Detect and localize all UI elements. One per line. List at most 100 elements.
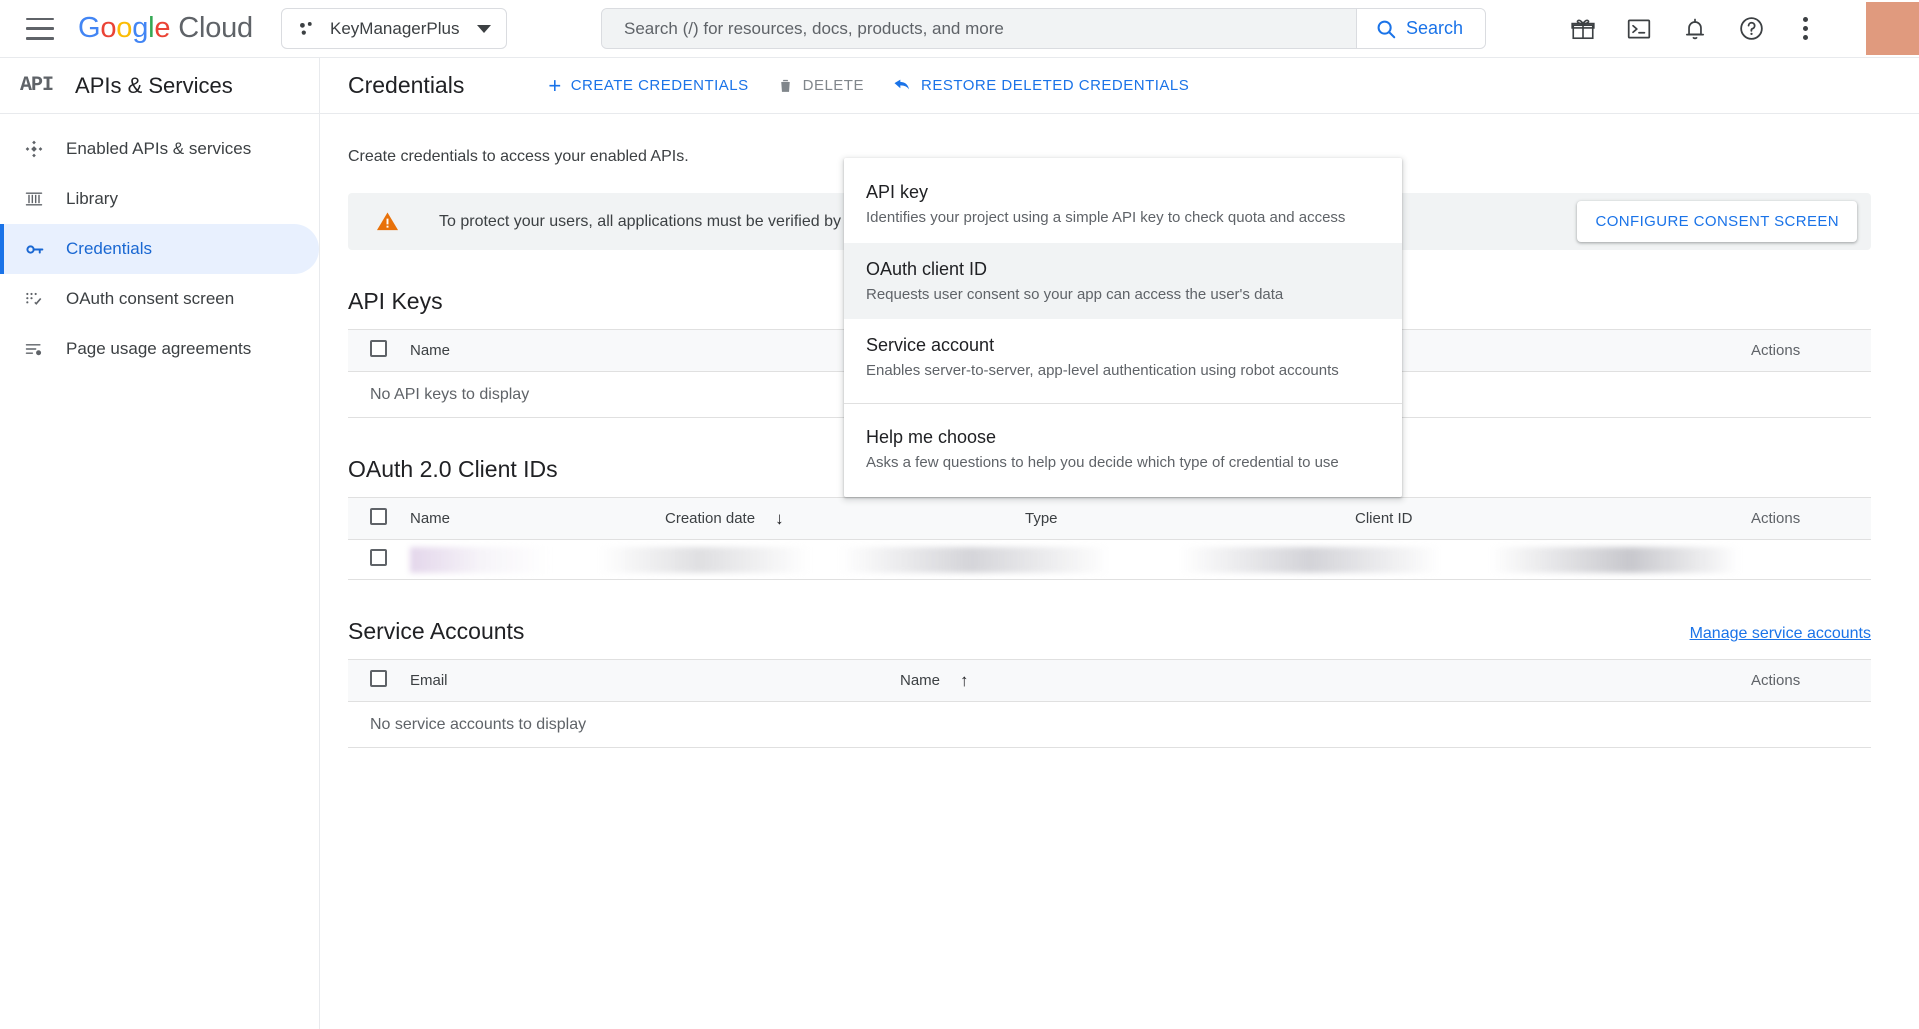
project-dots-icon [300,21,312,35]
menu-item-title: OAuth client ID [866,258,988,279]
chevron-down-icon [477,24,492,33]
menu-divider [844,402,1402,404]
column-header-creation-date[interactable]: Creation date ↓ [665,497,1025,540]
column-header-name[interactable]: Name [410,497,665,540]
select-all-header [348,659,410,702]
menu-item-description: Requests user consent so your app can ac… [866,285,1284,303]
oauth-consent-icon [22,287,46,311]
sidebar-item-page-usage-agreements[interactable]: Page usage agreements [0,324,319,374]
library-icon [22,187,46,211]
page-usage-agreements-icon [22,337,46,361]
select-all-header [348,329,410,372]
column-header-client-id[interactable]: Client ID [1355,497,1751,540]
search-icon [1377,20,1396,38]
restore-label: RESTORE DELETED CREDENTIALS [920,77,1190,94]
sidebar-item-label: Credentials [66,239,152,258]
redacted-row-content [410,539,1871,580]
create-credentials-dropdown-menu: API key Identifies your project using a … [844,158,1402,498]
undo-arrow-icon [894,79,909,89]
service-accounts-section-title: Service Accounts [348,618,525,644]
redaction-blur [410,546,1871,573]
menu-item-oauth-client-id[interactable]: OAuth client ID Requests user consent so… [844,242,1402,320]
search-button[interactable]: Search [1356,9,1486,48]
configure-consent-screen-button[interactable]: CONFIGURE CONSENT SCREEN [1577,201,1857,242]
column-header-type[interactable]: Type [1025,497,1355,540]
sidebar-title: APIs & Services [75,72,233,98]
page-title: Credentials [348,72,465,98]
sidebar-item-label: Page usage agreements [66,339,252,358]
sidebar-item-credentials[interactable]: Credentials [0,224,319,274]
cloud-shell-terminal-icon[interactable] [1624,14,1654,44]
menu-item-description: Enables server-to-server, app-level auth… [866,362,1339,380]
logo-cloud-text: Cloud [178,12,253,44]
sort-descending-arrow-icon: ↓ [775,508,784,528]
notifications-bell-icon[interactable] [1680,14,1710,44]
search-input[interactable] [602,9,1356,48]
column-header-name[interactable]: Name ↑ [900,659,1751,702]
row-select-cell [348,539,410,580]
content-toolbar: Credentials + CREATE CREDENTIALS DELETE … [320,58,1919,114]
left-sidebar: API APIs & Services Enabled APIs & servi… [0,58,320,1029]
search-bar: Search [601,8,1487,49]
oauth-clients-table: Name Creation date ↓ Type Client ID Acti… [348,497,1871,580]
service-accounts-table: Email Name ↑ Actions No service accounts… [348,659,1871,748]
table-header-row: Name Creation date ↓ Type Client ID Acti… [348,497,1871,540]
project-name: KeyManagerPlus [330,18,460,38]
sidebar-item-label: Enabled APIs & services [66,139,252,158]
sidebar-item-enabled-apis[interactable]: Enabled APIs & services [0,124,319,174]
column-header-actions: Actions [1751,497,1871,540]
menu-item-description: Identifies your project using a simple A… [866,209,1346,227]
menu-item-service-account[interactable]: Service account Enables server-to-server… [844,319,1402,396]
menu-item-title: Help me choose [866,426,997,447]
sidebar-item-label: Library [66,189,118,208]
project-selector[interactable]: KeyManagerPlus [281,8,507,49]
select-all-checkbox[interactable] [370,340,387,357]
menu-item-title: API key [866,182,929,202]
warning-triangle-icon [376,212,399,231]
banner-message: To protect your users, all applications … [439,212,902,230]
top-bar-actions [1568,2,1919,55]
plus-icon: + [548,72,562,98]
main-content: Credentials + CREATE CREDENTIALS DELETE … [320,58,1919,1029]
page-body: API APIs & Services Enabled APIs & servi… [0,58,1919,1029]
sidebar-item-label: OAuth consent screen [66,289,235,308]
select-all-checkbox[interactable] [370,670,387,687]
delete-label: DELETE [802,77,864,94]
key-icon [22,237,46,261]
create-credentials-button[interactable]: + CREATE CREDENTIALS [534,67,762,105]
trash-icon [780,79,790,92]
creation-date-label: Creation date [665,510,756,527]
manage-service-accounts-link[interactable]: Manage service accounts [1690,625,1871,643]
sort-ascending-arrow-icon: ↑ [960,670,969,690]
more-options-kebab-icon[interactable] [1792,17,1818,40]
sidebar-nav: Enabled APIs & services Library Credenti… [0,114,319,374]
table-row[interactable] [348,539,1871,580]
column-header-email[interactable]: Email [410,659,900,702]
enabled-apis-icon [22,137,46,161]
menu-item-help-me-choose[interactable]: Help me choose Asks a few questions to h… [844,411,1402,488]
menu-item-api-key[interactable]: API key Identifies your project using a … [844,166,1402,243]
name-label: Name [900,672,941,689]
select-all-header [348,497,410,540]
top-app-bar: Google Cloud KeyManagerPlus Search [0,0,1919,58]
sidebar-item-oauth-consent-screen[interactable]: OAuth consent screen [0,274,319,324]
user-avatar[interactable] [1866,2,1919,55]
sidebar-item-library[interactable]: Library [0,174,319,224]
column-header-actions: Actions [1751,659,1871,702]
empty-state-row: No service accounts to display [348,701,1871,748]
hamburger-menu-icon[interactable] [26,17,54,40]
service-accounts-header: Service Accounts Manage service accounts [348,580,1871,659]
api-logo: API [20,74,54,97]
google-cloud-logo[interactable]: Google Cloud [78,12,253,45]
restore-deleted-credentials-button[interactable]: RESTORE DELETED CREDENTIALS [878,68,1203,104]
create-credentials-label: CREATE CREDENTIALS [570,77,749,94]
delete-button[interactable]: DELETE [763,69,878,102]
service-accounts-empty-text: No service accounts to display [348,701,1871,748]
select-all-checkbox[interactable] [370,508,387,525]
gift-icon[interactable] [1568,14,1598,44]
column-header-actions: Actions [1751,329,1871,372]
search-button-label: Search [1406,18,1464,38]
sidebar-header: API APIs & Services [0,58,319,114]
help-question-icon[interactable] [1736,14,1766,44]
row-checkbox[interactable] [370,548,387,566]
